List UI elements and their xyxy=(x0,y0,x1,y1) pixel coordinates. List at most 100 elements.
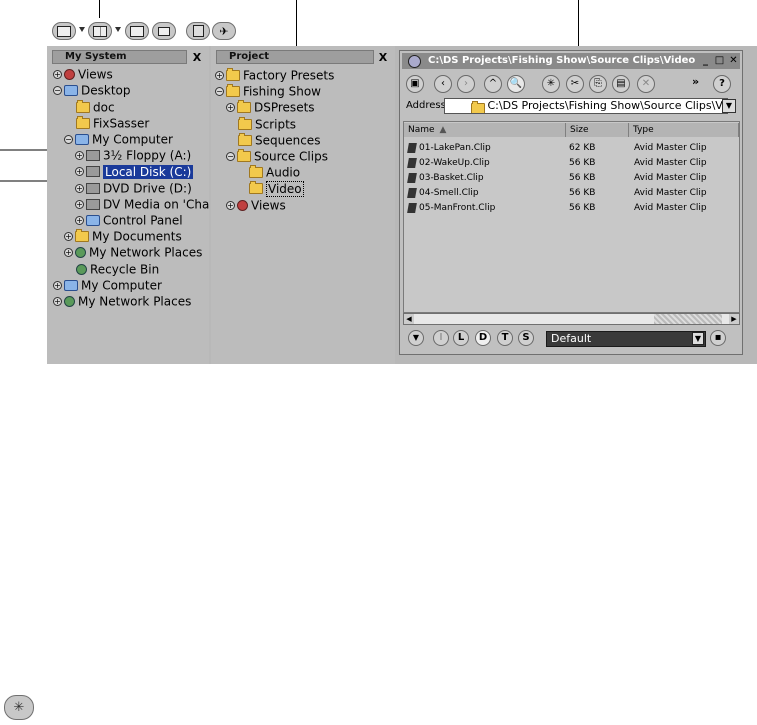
file-row[interactable]: 03-Basket.Clip xyxy=(407,171,484,186)
close-icon[interactable]: X xyxy=(190,51,204,64)
tree-item-dspresets[interactable]: + DSPresets xyxy=(226,99,315,115)
expand-icon[interactable]: + xyxy=(215,71,224,80)
dual-pane-button[interactable] xyxy=(88,22,112,40)
up-folder-icon[interactable]: ^ xyxy=(484,75,502,93)
tree-item-my-computer[interactable]: − My Computer xyxy=(64,131,173,147)
folder-icon xyxy=(76,116,90,129)
tree-item-views[interactable]: + Views xyxy=(53,66,113,82)
horizontal-scrollbar[interactable]: ◀ ▶ xyxy=(403,313,740,325)
tree-item-video[interactable]: Video xyxy=(249,180,304,197)
tree-item-doc[interactable]: doc xyxy=(76,99,115,115)
tree-item-control-panel[interactable]: + Control Panel xyxy=(75,212,183,228)
copy-icon[interactable]: ⎘ xyxy=(589,75,607,93)
chevron-down-icon[interactable]: ▼ xyxy=(692,332,704,345)
tree-item-views[interactable]: + Views xyxy=(226,197,286,213)
clip-icon xyxy=(407,172,417,183)
file-row[interactable]: 04-Smell.Clip xyxy=(407,186,479,201)
scroll-right-icon[interactable]: ▶ xyxy=(729,314,739,324)
filter-s-button[interactable]: S xyxy=(518,330,534,346)
close-icon[interactable]: X xyxy=(376,51,390,64)
filter-i-button[interactable]: I xyxy=(433,330,449,346)
expand-icon[interactable]: + xyxy=(75,184,84,193)
expand-icon[interactable]: + xyxy=(53,281,62,290)
tree-item-my-documents[interactable]: + My Documents xyxy=(64,228,182,244)
expand-icon[interactable]: + xyxy=(75,167,84,176)
file-type: Avid Master Clip xyxy=(634,173,707,183)
toolbar-overflow[interactable]: » xyxy=(692,75,699,88)
clip-icon xyxy=(407,202,417,213)
browse-button[interactable] xyxy=(186,22,210,40)
tree-item-recycle-bin[interactable]: Recycle Bin xyxy=(76,261,159,277)
maximize-icon[interactable]: □ xyxy=(714,56,725,67)
satellite-button[interactable]: ✈ xyxy=(212,22,236,40)
expand-icon[interactable]: + xyxy=(53,297,62,306)
help-icon[interactable]: ? xyxy=(713,75,731,93)
file-row[interactable]: 01-LakePan.Clip xyxy=(407,141,491,156)
clip-icon xyxy=(407,187,417,198)
chevron-down-icon[interactable] xyxy=(115,27,121,32)
minimize-icon[interactable]: _ xyxy=(700,56,711,67)
tree-item-audio[interactable]: Audio xyxy=(249,164,300,180)
single-pane-button[interactable] xyxy=(52,22,76,40)
view-preset-select[interactable]: Default xyxy=(546,331,706,347)
close-icon[interactable]: ✕ xyxy=(728,56,739,67)
expand-icon[interactable]: + xyxy=(64,248,73,257)
browse-icon[interactable]: ▣ xyxy=(406,75,424,93)
tree-item-sequences[interactable]: Sequences xyxy=(238,132,320,148)
expand-icon[interactable]: + xyxy=(64,232,73,241)
address-input[interactable]: C:\DS Projects\Fishing Show\Source Clips… xyxy=(444,98,728,114)
tree-item-dv-media[interactable]: + DV Media on 'Cha xyxy=(75,196,209,212)
cascade-button[interactable] xyxy=(152,22,176,40)
search-icon[interactable]: 🔍 xyxy=(507,75,525,93)
collapse-icon[interactable]: − xyxy=(215,87,224,96)
tree-item-dvd-drive[interactable]: + DVD Drive (D:) xyxy=(75,180,192,196)
tree-item-my-network-places[interactable]: + My Network Places xyxy=(64,244,202,260)
expand-icon[interactable]: + xyxy=(53,70,62,79)
filter-t-button[interactable]: T xyxy=(497,330,513,346)
collapse-icon[interactable]: − xyxy=(64,135,73,144)
split-pane-icon xyxy=(93,25,107,37)
save-view-icon[interactable]: ▪ xyxy=(710,330,726,346)
dropdown-icon[interactable]: ▼ xyxy=(408,330,424,346)
tree-item-desktop[interactable]: − Desktop xyxy=(53,82,131,98)
file-row[interactable]: 02-WakeUp.Clip xyxy=(407,156,490,171)
collapse-icon[interactable]: − xyxy=(226,152,235,161)
tree-item-fixsasser[interactable]: FixSasser xyxy=(76,115,149,131)
expand-icon[interactable]: + xyxy=(75,151,84,160)
filter-l-button[interactable]: L xyxy=(453,330,469,346)
expand-icon[interactable]: + xyxy=(75,200,84,209)
scroll-left-icon[interactable]: ◀ xyxy=(404,314,414,324)
tree-item-my-network-places-2[interactable]: + My Network Places xyxy=(53,293,191,309)
tree-item-floppy[interactable]: +3½ Floppy (A:) xyxy=(75,147,191,163)
column-header-name[interactable]: Name ▲ xyxy=(404,123,566,137)
back-icon[interactable]: ‹ xyxy=(434,75,452,93)
tree-item-scripts[interactable]: Scripts xyxy=(238,116,296,132)
pane-icon xyxy=(57,25,71,37)
column-header-type[interactable]: Type xyxy=(629,123,739,137)
address-dropdown-icon[interactable]: ▼ xyxy=(722,99,736,113)
forward-icon[interactable]: › xyxy=(457,75,475,93)
window-menu-icon[interactable] xyxy=(408,55,421,68)
file-row[interactable]: 05-ManFront.Clip xyxy=(407,201,495,216)
expand-icon[interactable]: + xyxy=(75,216,84,225)
tree-item-fishing-show[interactable]: − Fishing Show xyxy=(215,83,321,99)
cut-icon[interactable]: ✂ xyxy=(566,75,584,93)
scroll-thumb[interactable] xyxy=(654,314,722,324)
filter-d-button[interactable]: D xyxy=(475,330,491,346)
expand-icon[interactable]: + xyxy=(226,201,235,210)
delete-icon[interactable]: ✕ xyxy=(637,75,655,93)
computer-icon xyxy=(64,280,78,291)
tree-item-local-disk[interactable]: + Local Disk (C:) xyxy=(75,163,194,179)
tree-item-my-computer-2[interactable]: + My Computer xyxy=(53,277,162,293)
chevron-down-icon[interactable] xyxy=(79,27,85,32)
tree-item-source-clips[interactable]: − Source Clips xyxy=(226,148,328,164)
sparkle-icon[interactable]: ✳ xyxy=(542,75,560,93)
paste-icon[interactable]: ▤ xyxy=(612,75,630,93)
column-header-size[interactable]: Size xyxy=(566,123,629,137)
collapse-icon[interactable]: − xyxy=(53,86,62,95)
explorer-title-bar[interactable]: C:\DS Projects\Fishing Show\Source Clips… xyxy=(402,53,740,69)
quad-pane-button[interactable] xyxy=(125,22,149,40)
expand-icon[interactable]: + xyxy=(226,103,235,112)
explorer-title: C:\DS Projects\Fishing Show\Source Clips… xyxy=(428,55,696,66)
tree-item-factory-presets[interactable]: + Factory Presets xyxy=(215,67,334,83)
